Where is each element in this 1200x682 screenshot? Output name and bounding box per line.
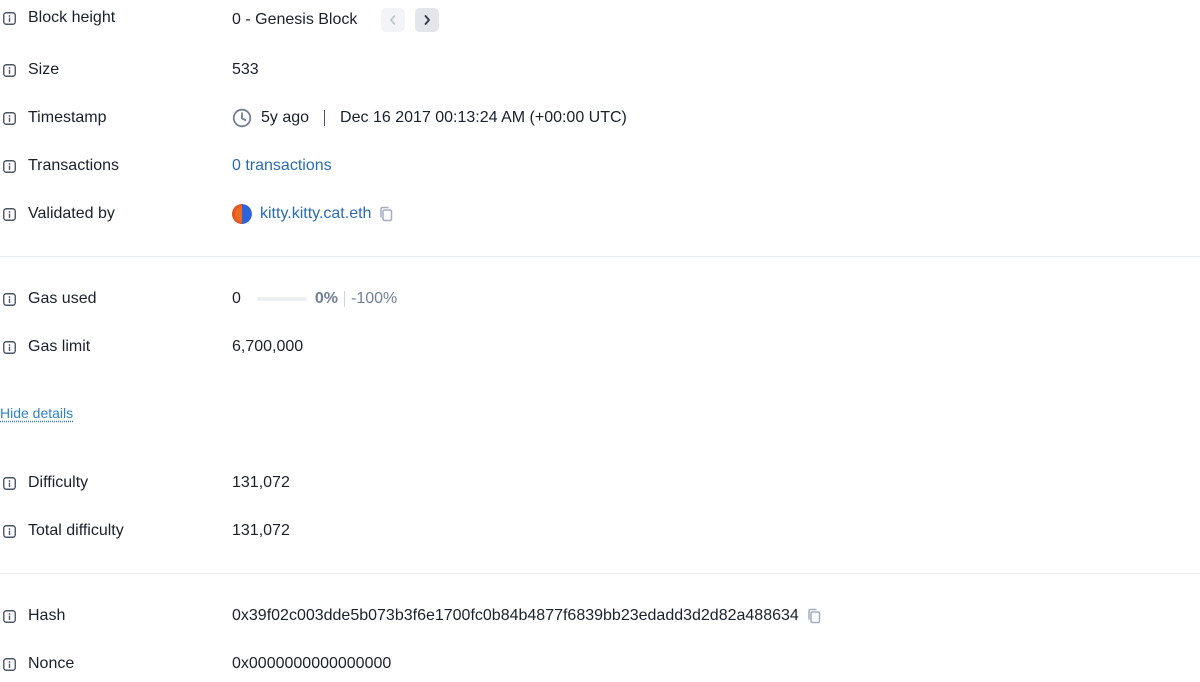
gas-usage-bar [256,297,307,301]
prev-block-button[interactable] [381,8,406,32]
gas-used-row: Gas used 0 0% -100% [0,287,1200,311]
info-icon[interactable] [3,658,16,671]
info-icon[interactable] [3,525,16,538]
info-icon[interactable] [3,477,16,490]
section-divider [0,573,1200,574]
size-row: Size 533 [0,58,1200,82]
gas-limit-label: Gas limit [28,338,91,355]
gas-limit-value: 6,700,000 [232,338,304,355]
timestamp-label: Timestamp [28,109,107,126]
transactions-row: Transactions 0 transactions [0,154,1200,178]
block-details: Block height 0 - Genesis Block Size 533 … [0,0,1200,682]
timestamp-divider [324,110,326,126]
info-icon[interactable] [3,112,16,125]
gas-used-value: 0 [232,290,241,307]
info-icon[interactable] [3,293,16,306]
chevron-left-icon [390,15,396,25]
block-height-value: 0 - Genesis Block [232,11,358,28]
nonce-row: Nonce 0x0000000000000000 [0,652,1200,676]
validated-by-row: Validated by kitty.kitty.cat.eth [0,202,1200,226]
info-icon[interactable] [3,208,16,221]
difficulty-row: Difficulty 131,072 [0,471,1200,495]
hash-label: Hash [28,607,66,624]
validator-link[interactable]: kitty.kitty.cat.eth [260,205,371,223]
block-height-row: Block height 0 - Genesis Block [0,8,1200,32]
copy-icon[interactable] [807,608,821,624]
gas-limit-row: Gas limit 6,700,000 [0,335,1200,359]
timestamp-absolute: Dec 16 2017 00:13:24 AM (+00:00 UTC) [340,109,627,126]
transactions-link[interactable]: 0 transactions [232,157,332,175]
gas-used-label: Gas used [28,290,97,307]
info-icon[interactable] [3,12,16,25]
nonce-label: Nonce [28,655,75,672]
difficulty-label: Difficulty [28,474,89,491]
next-block-button[interactable] [415,8,440,32]
hide-details-link[interactable]: Hide details [0,405,73,421]
hash-value: 0x39f02c003dde5b073b3f6e1700fc0b84b4877f… [232,607,799,624]
clock-icon [232,108,252,128]
transactions-label: Transactions [28,157,119,174]
gas-used-percent: 0% [314,290,339,307]
validated-by-label: Validated by [28,205,115,222]
nonce-value: 0x0000000000000000 [232,655,392,672]
total-difficulty-value: 131,072 [232,522,290,539]
info-icon[interactable] [3,610,16,623]
gas-divider [344,291,346,307]
total-difficulty-row: Total difficulty 131,072 [0,519,1200,543]
gas-used-delta: -100% [351,290,398,307]
block-height-label: Block height [28,9,116,26]
total-difficulty-label: Total difficulty [28,522,124,539]
chevron-right-icon [424,15,431,25]
info-icon[interactable] [3,341,16,354]
copy-icon[interactable] [379,206,393,222]
info-icon[interactable] [3,64,16,77]
validator-avatar [232,204,252,224]
difficulty-value: 131,072 [232,474,290,491]
info-icon[interactable] [3,160,16,173]
size-value: 533 [232,61,259,78]
timestamp-relative: 5y ago [261,109,310,126]
timestamp-row: Timestamp 5y ago Dec 16 2017 00:13:24 AM… [0,106,1200,130]
hash-row: Hash 0x39f02c003dde5b073b3f6e1700fc0b84b… [0,604,1200,628]
section-divider [0,256,1200,257]
size-label: Size [28,61,60,78]
